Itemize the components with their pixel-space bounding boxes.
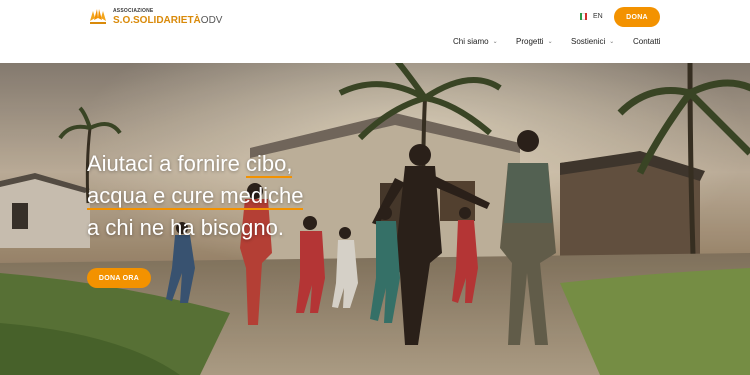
donate-now-button[interactable]: DONA ORA bbox=[87, 268, 151, 288]
site-logo[interactable]: ASSOCIAZIONE S.O.SOLIDARIETÀODV bbox=[88, 5, 222, 29]
hero-highlight-cibo: cibo, bbox=[245, 151, 293, 178]
logo-association-label: ASSOCIAZIONE bbox=[113, 7, 154, 14]
language-switcher[interactable]: EN bbox=[580, 13, 603, 20]
hero-headline-line-3: a chi ne ha bisogno. bbox=[87, 215, 284, 241]
language-en-link[interactable]: EN bbox=[593, 13, 603, 20]
hands-heart-logo-icon bbox=[90, 9, 106, 24]
nav-item-label: Sostienici bbox=[571, 37, 606, 46]
nav-item-contatti[interactable]: Contatti bbox=[633, 37, 661, 46]
hero-headline-line-2: acqua e cure mediche bbox=[87, 183, 304, 210]
logo-name-main: S.O.SOLIDARIETÀ bbox=[113, 14, 201, 26]
hero-headline-text: a chi ne ha bisogno. bbox=[87, 215, 284, 240]
nav-item-label: Progetti bbox=[516, 37, 544, 46]
site-header: ASSOCIAZIONE S.O.SOLIDARIETÀODV EN DONA … bbox=[0, 0, 750, 63]
hero-headline-text: Aiutaci a fornire bbox=[87, 151, 246, 176]
nav-item-chi-siamo[interactable]: Chi siamo ⌄ bbox=[453, 37, 498, 46]
nav-item-progetti[interactable]: Progetti ⌄ bbox=[516, 37, 553, 46]
logo-suffix: ODV bbox=[200, 14, 223, 26]
chevron-down-icon: ⌄ bbox=[547, 39, 553, 45]
nav-item-label: Contatti bbox=[633, 37, 661, 46]
hero-banner: Aiutaci a fornire cibo, acqua e cure med… bbox=[0, 63, 750, 375]
logo-name: S.O.SOLIDARIETÀODV bbox=[113, 14, 223, 26]
hero-highlight-acqua: acqua e cure mediche bbox=[87, 183, 304, 210]
donate-button[interactable]: DONA bbox=[614, 7, 660, 27]
nav-item-sostienici[interactable]: Sostienici ⌄ bbox=[571, 37, 614, 46]
chevron-down-icon: ⌄ bbox=[609, 39, 615, 45]
nav-item-label: Chi siamo bbox=[453, 37, 489, 46]
hero-headline-line-1: Aiutaci a fornire cibo, bbox=[87, 151, 293, 178]
italian-flag-icon[interactable] bbox=[580, 13, 587, 20]
main-nav: Chi siamo ⌄ Progetti ⌄ Sostienici ⌄ Contatt… bbox=[0, 37, 750, 49]
chevron-down-icon: ⌄ bbox=[492, 39, 498, 45]
